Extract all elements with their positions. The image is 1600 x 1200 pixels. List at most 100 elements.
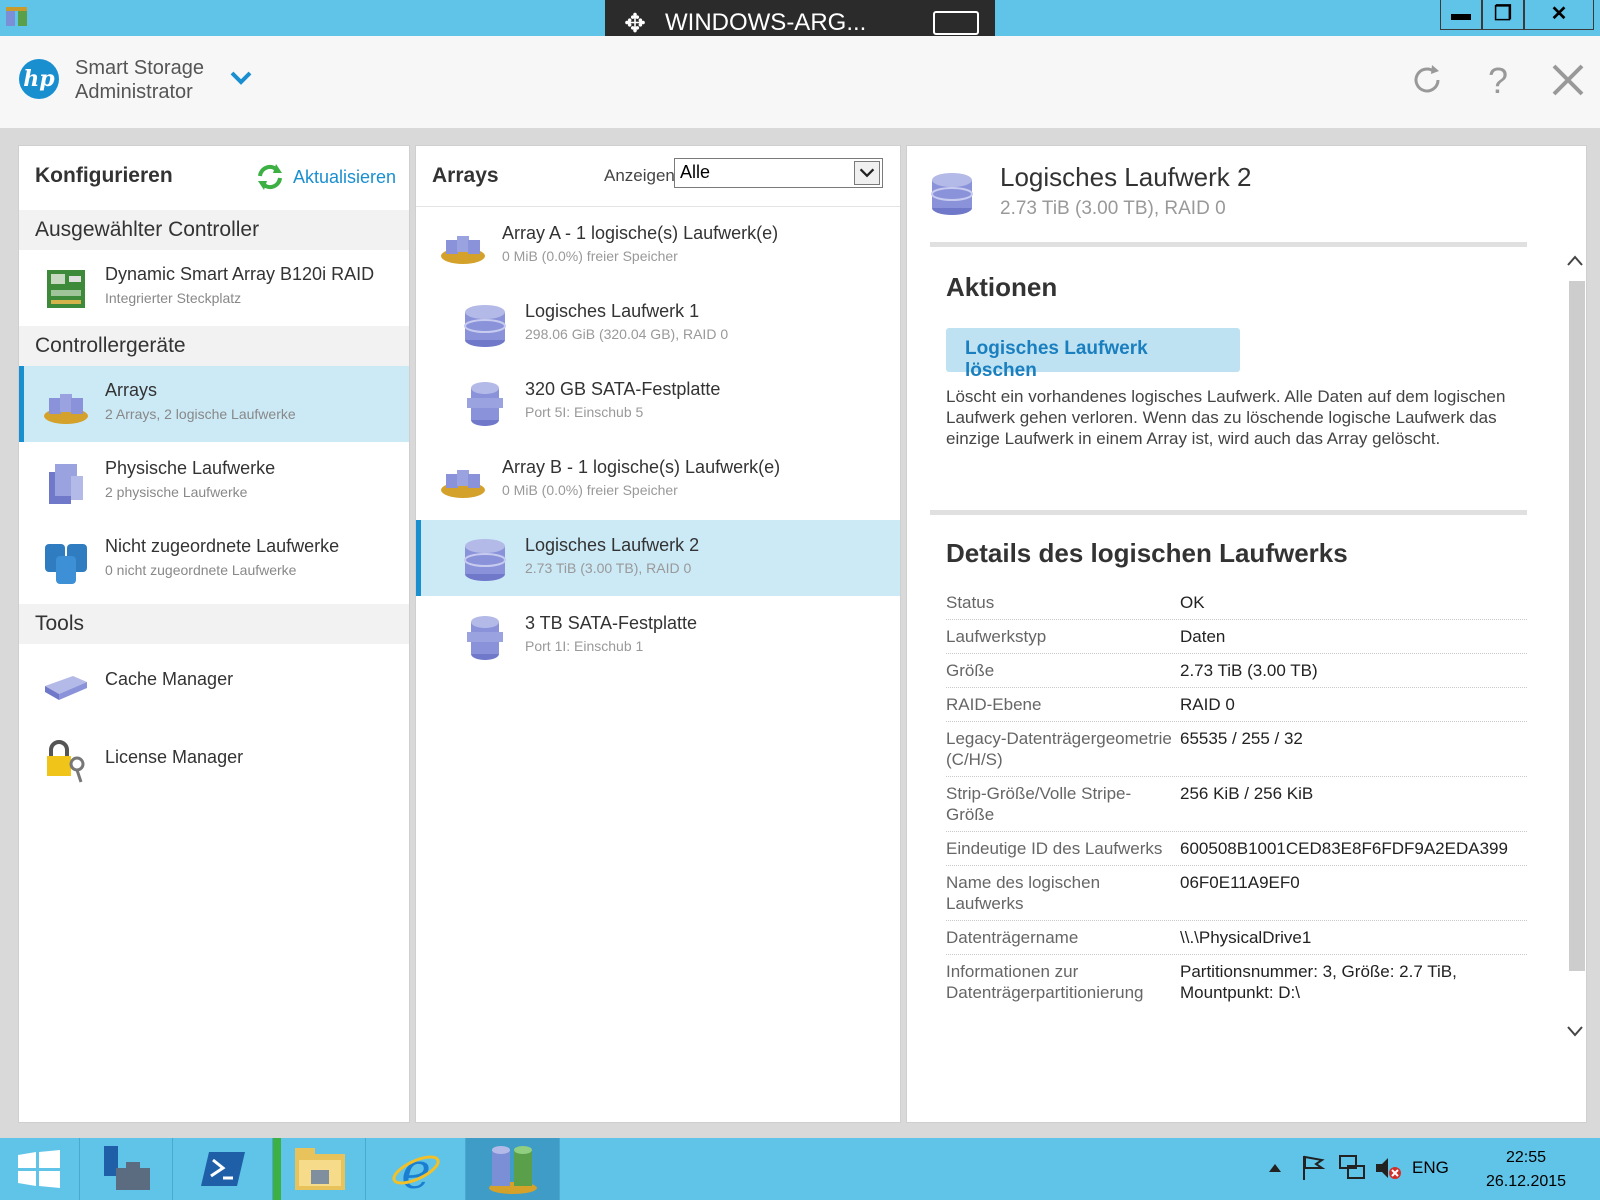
network-icon[interactable] — [1338, 1154, 1366, 1182]
array-a-name: Array A - 1 logische(s) Laufwerk(e) — [502, 223, 779, 243]
smart-storage-icon — [489, 1146, 537, 1194]
help-icon[interactable]: ? — [1479, 61, 1517, 99]
hard-disk-icon — [467, 616, 503, 660]
active-indicator — [273, 1138, 281, 1200]
detail-row-status: Status OK — [946, 586, 1527, 620]
unassigned-drives-icon — [45, 544, 87, 584]
arrays-sub: 2 Arrays, 2 logische Laufwerke — [105, 406, 296, 422]
windows-logo-icon — [18, 1150, 60, 1188]
arrays-panel-title: Arrays — [432, 164, 499, 187]
show-hidden-icons-icon[interactable] — [1268, 1162, 1282, 1174]
unassigned-drives-label: Nicht zugeordnete Laufwerke — [105, 536, 340, 556]
restore-button[interactable]: ❐ — [1482, 0, 1524, 30]
detail-value: 600508B1001CED83E8F6FDF9A2EDA399 — [1180, 839, 1508, 858]
arrays-panel: Arrays Anzeigen Alle Array A - 1 logisch… — [415, 145, 901, 1123]
taskbar-explorer[interactable] — [273, 1138, 366, 1200]
sidebar-item-cache-manager[interactable]: Cache Manager — [19, 642, 409, 718]
detail-row-unique-id: Eindeutige ID des Laufwerks 600508B1001CE… — [946, 832, 1527, 866]
taskbar: e ENG 22:55 26.12.2015 — [0, 1138, 1600, 1200]
controller-sub: Integrierter Steckplatz — [105, 290, 242, 306]
refresh-button[interactable]: Aktualisieren — [255, 162, 396, 192]
refresh-icon[interactable] — [1408, 61, 1446, 99]
array-a-sub: 0 MiB (0.0%) freier Speicher — [502, 248, 678, 264]
arrays-header-divider — [416, 206, 900, 207]
app-title-line2: Administrator — [75, 81, 193, 103]
show-filter-select[interactable]: Alle — [674, 158, 883, 188]
sidebar-item-unassigned-drives[interactable]: Nicht zugeordnete Laufwerke 0 nicht zuge… — [19, 522, 409, 598]
disk-320gb-sub: Port 5I: Einschub 5 — [525, 404, 644, 420]
detail-row-geometry: Legacy-Datenträgergeometrie (C/H/S) 65535… — [946, 722, 1527, 777]
detail-key: Legacy-Datenträgergeometrie (C/H/S) — [946, 729, 1172, 769]
list-item-array-a[interactable]: Array A - 1 logische(s) Laufwerk(e) 0 Mi… — [416, 208, 900, 284]
detail-row-logical-name: Name des logischen Laufwerks 06F0E11A9EF0 — [946, 866, 1527, 921]
app-window-icon — [6, 7, 27, 26]
configure-panel: Konfigurieren Aktualisieren Ausgewählter… — [18, 145, 410, 1123]
close-icon[interactable] — [1549, 61, 1587, 99]
scroll-thumb[interactable] — [1569, 281, 1585, 971]
taskbar-smart-storage-admin[interactable] — [466, 1138, 560, 1200]
logical-drive-1-sub: 298.06 GiB (320.04 GB), RAID 0 — [525, 326, 729, 342]
taskbar-internet-explorer[interactable]: e — [366, 1138, 466, 1200]
detail-value: \\.\PhysicalDrive1 — [1180, 928, 1312, 947]
list-item-disk-320gb[interactable]: 320 GB SATA-Festplatte Port 5I: Einschub… — [416, 364, 900, 440]
section-tools: Tools — [19, 604, 409, 644]
list-item-array-b[interactable]: Array B - 1 logische(s) Laufwerk(e) 0 Mi… — [416, 442, 900, 518]
sidebar-item-license-manager[interactable]: License Manager — [19, 720, 409, 796]
detail-value: 65535 / 255 / 32 — [1180, 729, 1303, 748]
svg-text:e: e — [401, 1144, 431, 1194]
scroll-up-icon[interactable] — [1565, 251, 1585, 271]
logical-drive-1-name: Logisches Laufwerk 1 — [525, 301, 700, 321]
disk-3tb-name: 3 TB SATA-Festplatte — [525, 613, 698, 633]
clock-date: 26.12.2015 — [1485, 1173, 1567, 1190]
arrays-label: Arrays — [105, 380, 158, 400]
detail-row-raid: RAID-Ebene RAID 0 — [946, 688, 1527, 722]
details-title: Logisches Laufwerk 2 — [1000, 162, 1252, 192]
controller-item[interactable]: Dynamic Smart Array B120i RAID Integrier… — [19, 250, 409, 326]
action-center-flag-icon[interactable] — [1300, 1154, 1326, 1182]
detail-key: Eindeutige ID des Laufwerks — [946, 839, 1163, 858]
array-b-sub: 0 MiB (0.0%) freier Speicher — [502, 482, 678, 498]
sidebar-item-physical-drives[interactable]: Physische Laufwerke 2 physische Laufwerk… — [19, 444, 409, 520]
move-icon[interactable]: ✥ — [605, 8, 665, 39]
chevron-down-icon[interactable] — [854, 161, 880, 185]
list-item-logical-drive-1[interactable]: Logisches Laufwerk 1 298.06 GiB (320.04 … — [416, 286, 900, 362]
clock-time: 22:55 — [1505, 1149, 1547, 1166]
logical-drive-icon — [464, 539, 506, 581]
scroll-down-icon[interactable] — [1565, 1021, 1585, 1041]
logical-drive-2-name: Logisches Laufwerk 2 — [525, 535, 700, 555]
detail-row-disk-name: Datenträgername \\.\PhysicalDrive1 — [946, 921, 1527, 955]
configure-title: Konfigurieren — [35, 164, 173, 187]
minimize-button[interactable]: ▬ — [1440, 0, 1482, 30]
start-button[interactable] — [0, 1138, 80, 1200]
volume-muted-icon[interactable] — [1374, 1154, 1402, 1182]
detail-key: Größe — [946, 661, 995, 680]
taskbar-powershell[interactable] — [173, 1138, 273, 1200]
clock[interactable]: 22:55 26.12.2015 — [1466, 1146, 1586, 1194]
detail-value: Daten — [1180, 627, 1226, 646]
logical-drive-icon — [464, 305, 506, 347]
sidebar-item-arrays[interactable]: Arrays 2 Arrays, 2 logische Laufwerke — [19, 366, 409, 442]
section-controller-devices: Controllergeräte — [19, 326, 409, 366]
detail-row-partition-info: Informationen zur Datenträgerpartitionie… — [946, 955, 1527, 1009]
actions-heading: Aktionen — [946, 272, 1058, 302]
server-manager-icon — [104, 1146, 150, 1190]
details-scrollbar[interactable] — [1565, 241, 1585, 1051]
detail-key: Laufwerkstyp — [946, 627, 1047, 646]
chevron-down-icon[interactable] — [229, 66, 253, 90]
input-language[interactable]: ENG — [1412, 1158, 1449, 1178]
taskbar-server-manager[interactable] — [80, 1138, 173, 1200]
list-item-disk-3tb[interactable]: 3 TB SATA-Festplatte Port 1I: Einschub 1 — [416, 598, 900, 674]
close-window-button[interactable]: ✕ — [1524, 0, 1594, 30]
app-title[interactable]: Smart Storage Administrator — [75, 56, 204, 104]
license-manager-label: License Manager — [105, 747, 244, 767]
refresh-arrows-icon — [258, 164, 282, 190]
delete-logical-drive-button[interactable]: Logisches Laufwerk löschen — [946, 328, 1240, 381]
list-item-logical-drive-2[interactable]: Logisches Laufwerk 2 2.73 TiB (3.00 TB),… — [416, 520, 900, 596]
detail-row-size: Größe 2.73 TiB (3.00 TB) — [946, 654, 1527, 688]
section-selected-controller: Ausgewählter Controller — [19, 210, 409, 250]
svg-text:?: ? — [1488, 61, 1508, 99]
keyboard-icon[interactable] — [933, 11, 979, 35]
remote-title: WINDOWS-ARG... — [665, 9, 867, 36]
detail-key: RAID-Ebene — [946, 695, 1042, 714]
disk-320gb-name: 320 GB SATA-Festplatte — [525, 379, 721, 399]
